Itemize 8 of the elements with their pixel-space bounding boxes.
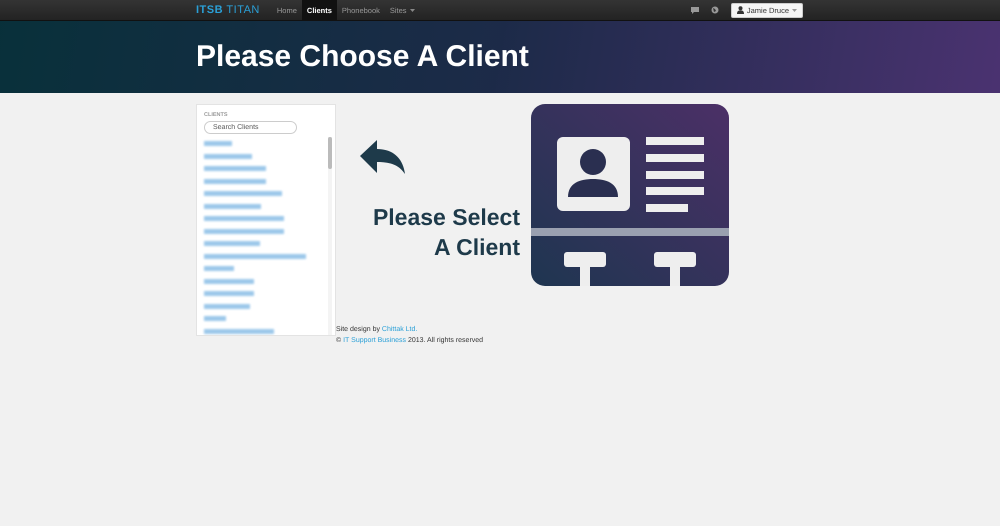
- caret-icon: [792, 8, 797, 12]
- page-title: Please Choose A Client: [196, 40, 529, 74]
- back-arrow-icon: [360, 140, 405, 174]
- brand-logo[interactable]: ITSB TITAN: [196, 4, 260, 16]
- user-icon: [736, 6, 744, 14]
- prompt-heading: Please Select A Client: [372, 203, 520, 262]
- chat-icon[interactable]: [690, 6, 699, 14]
- contact-card-icon: [531, 104, 729, 286]
